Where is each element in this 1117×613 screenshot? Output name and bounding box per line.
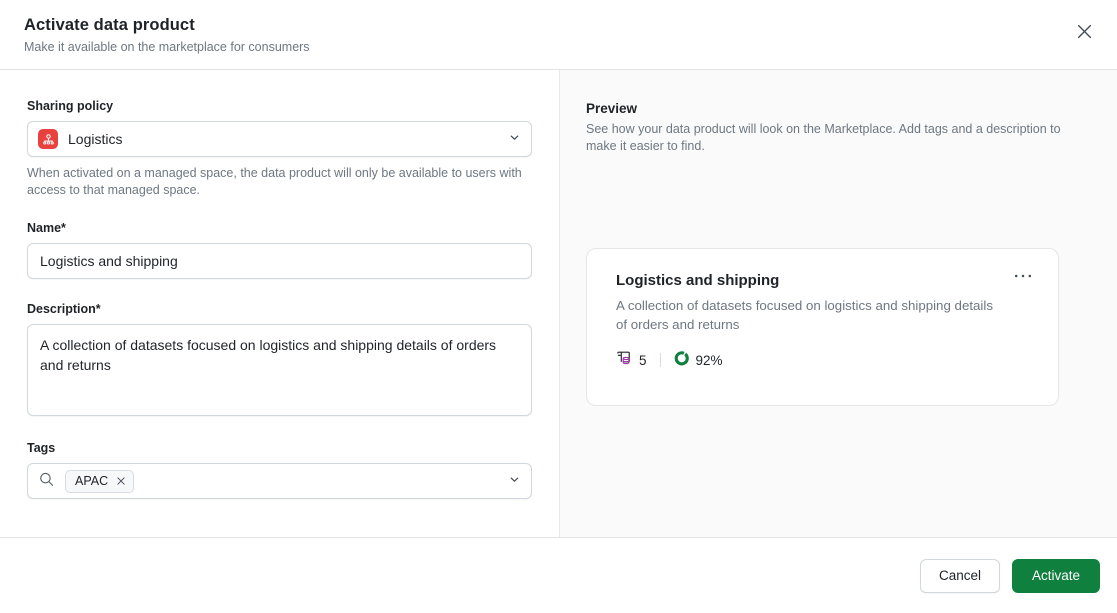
search-icon — [38, 471, 55, 491]
tags-left-group: APAC — [38, 469, 135, 493]
card-title-row: Logistics and shipping — [616, 271, 1034, 291]
page-title: Activate data product — [24, 16, 195, 34]
description-label: Description* — [27, 302, 101, 316]
chevron-down-icon[interactable] — [508, 473, 521, 489]
field-sharing-policy: Sharing policy Logistics When activated … — [27, 98, 532, 199]
metric-datasets: 5 — [616, 350, 647, 370]
dataset-icon — [616, 350, 633, 370]
tags-label: Tags — [27, 441, 56, 455]
cancel-button[interactable]: Cancel — [919, 558, 1000, 593]
dialog-footer: Cancel Activate — [0, 538, 1117, 613]
close-icon — [1076, 23, 1093, 40]
page-subtitle: Make it available on the marketplace for… — [24, 40, 310, 54]
close-button[interactable] — [1069, 16, 1099, 46]
name-input-value: Logistics and shipping — [40, 253, 178, 269]
name-input[interactable]: Logistics and shipping — [27, 243, 532, 279]
name-label: Name* — [27, 221, 66, 235]
preview-pane: Preview See how your data product will l… — [559, 70, 1117, 537]
tags-input[interactable]: APAC — [27, 463, 532, 499]
activate-button[interactable]: Activate — [1012, 558, 1100, 593]
metric-quality-value: 92% — [695, 352, 723, 368]
sharing-policy-help: When activated on a managed space, the d… — [27, 166, 522, 197]
field-name: Name* Logistics and shipping — [27, 220, 532, 279]
dialog-body: Sharing policy Logistics When activated … — [0, 70, 1117, 538]
description-textarea[interactable]: A collection of datasets focused on logi… — [27, 324, 532, 416]
field-description: Description* A collection of datasets fo… — [27, 301, 532, 416]
managed-space-icon — [38, 129, 58, 149]
sharing-policy-select[interactable]: Logistics — [27, 121, 532, 157]
chevron-down-icon — [508, 131, 521, 147]
sharing-policy-label: Sharing policy — [27, 99, 114, 113]
data-product-preview-card: Logistics and shipping A collection of d… — [586, 248, 1059, 406]
card-description: A collection of datasets focused on logi… — [616, 298, 993, 332]
metric-divider — [659, 353, 661, 367]
card-title: Logistics and shipping — [616, 272, 780, 289]
form-pane: Sharing policy Logistics When activated … — [0, 70, 559, 537]
tag-chip-label: APAC — [75, 474, 109, 488]
ellipsis-icon[interactable] — [1004, 271, 1034, 285]
metric-quality: 92% — [674, 350, 723, 370]
quality-donut-icon — [674, 350, 690, 370]
tag-chip[interactable]: APAC — [65, 469, 135, 493]
dialog-header: Activate data product Make it available … — [0, 0, 1117, 70]
card-metrics: 5 92% — [616, 350, 1034, 370]
description-value: A collection of datasets focused on logi… — [40, 337, 497, 373]
activate-data-product-dialog: Activate data product Make it available … — [0, 0, 1117, 613]
field-tags: Tags APAC — [27, 440, 532, 499]
sharing-policy-value: Logistics — [68, 131, 123, 147]
preview-title: Preview — [586, 101, 638, 116]
preview-subtitle: See how your data product will look on t… — [586, 122, 1061, 153]
metric-datasets-value: 5 — [639, 352, 647, 368]
sharing-policy-value-wrap: Logistics — [38, 129, 122, 149]
close-icon[interactable] — [116, 476, 126, 486]
